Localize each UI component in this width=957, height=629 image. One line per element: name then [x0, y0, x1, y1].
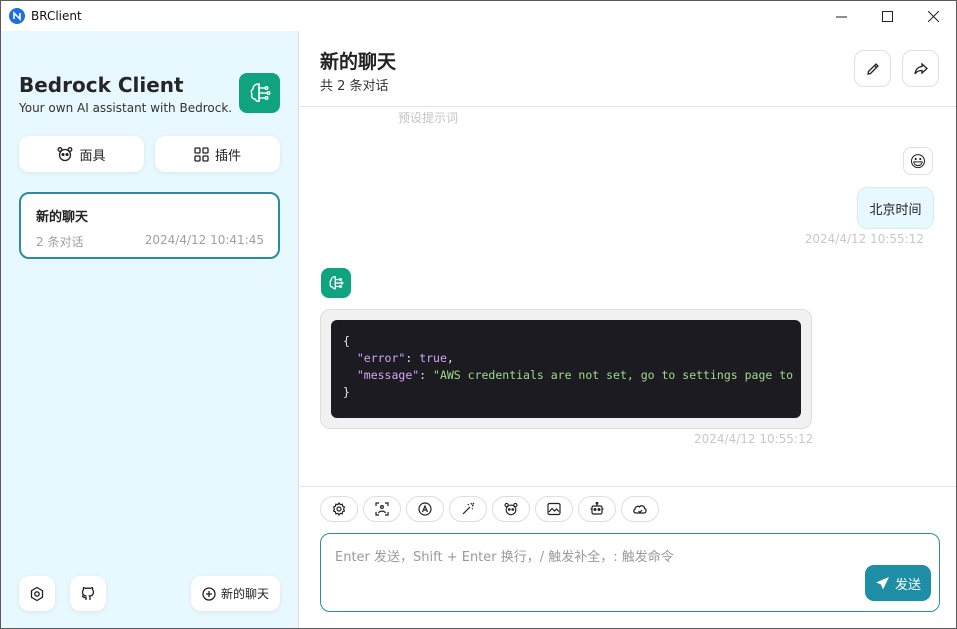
mask-icon — [504, 502, 518, 516]
sidebar: Bedrock Client Your own AI assistant wit… — [1, 31, 299, 628]
code-line-4: } — [343, 385, 350, 399]
auto-a-icon — [418, 502, 432, 516]
rename-chat-button[interactable] — [854, 50, 891, 87]
send-button[interactable]: 发送 — [865, 565, 931, 601]
chat-item-time: 2024/4/12 10:41:45 — [144, 233, 264, 247]
send-button-label: 发送 — [894, 577, 921, 593]
settings-hex-icon — [30, 586, 44, 601]
brand-title: Bedrock Client — [19, 73, 184, 97]
mask-tool[interactable] — [492, 496, 530, 522]
chat-item-count: 2 条对话 — [36, 235, 84, 249]
new-chat-button[interactable]: 新的聊天 — [191, 576, 280, 611]
chat-header: 新的聊天 共 2 条对话 — [300, 31, 956, 107]
brain-icon — [329, 276, 344, 290]
window-controls — [818, 1, 956, 31]
app-window: BRClient Bedrock Client Your own AI assi… — [0, 0, 957, 629]
code-val-message: "AWS credentials are not set, go to sett… — [433, 368, 801, 382]
share-arrow-icon — [913, 62, 928, 74]
gear-icon — [332, 502, 346, 516]
user-message-bubble: 北京时间 — [857, 187, 934, 229]
chat-list-item[interactable]: 新的聊天 2 条对话 2024/4/12 10:41:45 — [19, 192, 280, 259]
mask-button-label: 面具 — [79, 148, 106, 164]
robot-tool[interactable] — [578, 496, 616, 522]
chat-title: 新的聊天 — [320, 51, 397, 73]
auto-text-tool[interactable] — [406, 496, 444, 522]
user-message-text: 北京时间 — [869, 202, 922, 218]
image-recognition-tool[interactable] — [363, 496, 401, 522]
image-frame-icon — [547, 502, 561, 516]
cloud-icon — [633, 505, 647, 514]
share-chat-button[interactable] — [902, 50, 939, 87]
code-key-message: "message" — [356, 368, 420, 382]
close-button[interactable] — [910, 1, 956, 31]
new-chat-label: 新的聊天 — [220, 587, 269, 601]
message-input[interactable] — [321, 534, 939, 611]
github-button[interactable] — [70, 576, 106, 611]
mask-button[interactable]: 面具 — [19, 136, 144, 172]
app-logo-icon — [9, 8, 25, 24]
chat-subtitle: 共 2 条对话 — [320, 79, 389, 94]
preset-prompt-hint: 预设提示词 — [398, 111, 459, 125]
input-panel: 发送 — [300, 486, 956, 628]
robot-icon — [590, 502, 604, 515]
minimize-icon — [835, 16, 847, 17]
close-icon — [927, 10, 939, 22]
user-avatar: 😃 — [903, 147, 933, 175]
message-list[interactable]: 预设提示词 😃 北京时间 2024/4/12 10:55:12 { "error… — [300, 108, 956, 486]
chat-item-title: 新的聊天 — [36, 210, 89, 225]
maximize-icon — [881, 10, 893, 22]
image-tool[interactable] — [535, 496, 573, 522]
minimize-button[interactable] — [818, 1, 864, 31]
cloud-tool[interactable] — [621, 496, 659, 522]
user-message-time: 2024/4/12 10:55:12 — [804, 232, 924, 246]
smile-emoji-icon: 😃 — [909, 151, 927, 171]
settings-button[interactable] — [19, 576, 55, 611]
send-plane-icon — [875, 576, 889, 589]
maximize-button[interactable] — [864, 1, 910, 31]
title-bar: BRClient — [1, 1, 956, 31]
prompt-magic-tool[interactable] — [449, 496, 487, 522]
github-icon — [81, 586, 95, 600]
bot-message-time: 2024/4/12 10:55:12 — [694, 432, 814, 446]
code-val-error: true — [419, 351, 447, 365]
plugin-button-label: 插件 — [214, 148, 241, 164]
edit-pencil-icon — [866, 62, 879, 75]
chat-settings-tool[interactable] — [320, 496, 358, 522]
bot-avatar — [321, 268, 351, 298]
scan-image-icon — [375, 502, 389, 516]
plugin-button[interactable]: 插件 — [155, 136, 280, 172]
chat-main: 新的聊天 共 2 条对话 预设提示词 😃 北京时间 2024/4/12 10:5… — [300, 31, 956, 628]
mask-icon — [58, 147, 73, 162]
bot-message-bubble: { "error": true, "message": "AWS credent… — [320, 309, 812, 429]
brand-subtitle: Your own AI assistant with Bedrock. — [19, 101, 233, 115]
code-key-error: "error" — [356, 351, 406, 365]
add-circle-icon — [202, 586, 216, 601]
code-line-1: { — [343, 334, 350, 348]
code-block[interactable]: { "error": true, "message": "AWS credent… — [331, 320, 801, 418]
message-input-box: 发送 — [320, 533, 940, 612]
brain-logo-icon — [239, 73, 280, 113]
plugin-grid-icon — [194, 146, 209, 162]
window-title: BRClient — [31, 9, 82, 23]
magic-wand-icon — [462, 502, 475, 515]
